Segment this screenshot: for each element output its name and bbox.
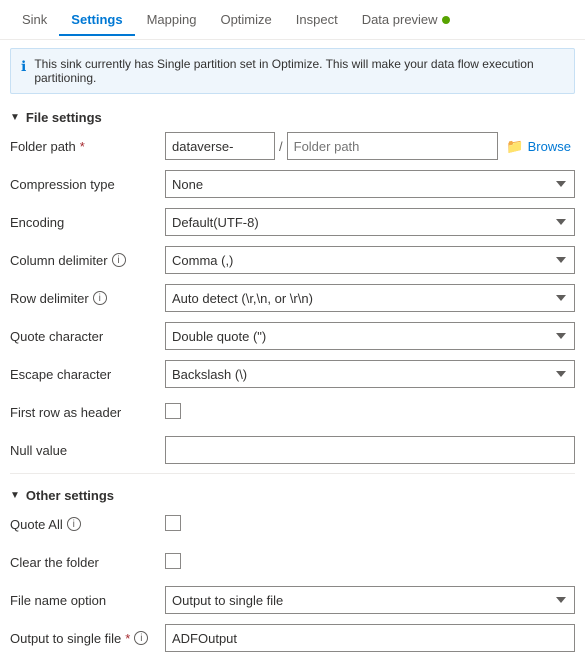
section-arrow: ▼: [10, 112, 20, 123]
folder-path-label: Folder path *: [10, 139, 165, 154]
quote-all-row: Quote All i: [10, 507, 575, 541]
file-name-option-select[interactable]: Output to single file Per partition: [165, 586, 575, 614]
row-delimiter-info-icon[interactable]: i: [93, 291, 107, 305]
required-star: *: [80, 139, 85, 154]
tab-optimize[interactable]: Optimize: [208, 4, 283, 35]
row-delimiter-control: Auto detect (\r,\n, or \r\n) \n \r\n: [165, 284, 575, 312]
browse-icon: 📁: [506, 138, 523, 155]
compression-type-row: Compression type None bzip2 gzip deflate: [10, 167, 575, 201]
file-settings-header: ▼ File settings: [0, 102, 585, 129]
file-settings-label: File settings: [26, 110, 102, 125]
info-banner: ℹ This sink currently has Single partiti…: [10, 48, 575, 94]
clear-folder-label: Clear the folder: [10, 555, 165, 570]
encoding-row: Encoding Default(UTF-8) UTF-8 UTF-16: [10, 205, 575, 239]
quote-all-checkbox[interactable]: [165, 515, 181, 531]
file-name-option-row: File name option Output to single file P…: [10, 583, 575, 617]
quote-character-row: Quote character Double quote (") Single …: [10, 319, 575, 353]
file-settings-body: Folder path * / 📁 Browse Compression typ…: [0, 129, 585, 467]
quote-all-control: [165, 515, 575, 534]
status-dot: [442, 16, 450, 24]
clear-folder-control: [165, 553, 575, 572]
clear-folder-checkbox[interactable]: [165, 553, 181, 569]
tab-sink[interactable]: Sink: [10, 4, 59, 35]
section-divider: [10, 473, 575, 474]
folder-path-sub-input[interactable]: [287, 132, 499, 160]
quote-character-select[interactable]: Double quote (") Single quote ('): [165, 322, 575, 350]
encoding-label: Encoding: [10, 215, 165, 230]
tab-settings[interactable]: Settings: [59, 4, 134, 35]
first-row-header-checkbox[interactable]: [165, 403, 181, 419]
tab-mapping[interactable]: Mapping: [135, 4, 209, 35]
folder-path-base-input[interactable]: [165, 132, 275, 160]
encoding-control: Default(UTF-8) UTF-8 UTF-16: [165, 208, 575, 236]
first-row-header-control: [165, 403, 575, 422]
column-delimiter-info-icon[interactable]: i: [112, 253, 126, 267]
compression-type-select[interactable]: None bzip2 gzip deflate: [165, 170, 575, 198]
first-row-header-label: First row as header: [10, 405, 165, 420]
output-single-file-control: [165, 624, 575, 652]
null-value-label: Null value: [10, 443, 165, 458]
output-required-star: *: [125, 631, 130, 646]
tab-inspect[interactable]: Inspect: [284, 4, 350, 35]
output-single-file-label: Output to single file * i: [10, 631, 165, 646]
folder-path-row: Folder path * / 📁 Browse: [10, 129, 575, 163]
null-value-input[interactable]: [165, 436, 575, 464]
null-value-control: [165, 436, 575, 464]
info-icon: ℹ: [21, 58, 26, 75]
file-name-option-control: Output to single file Per partition: [165, 586, 575, 614]
row-delimiter-row: Row delimiter i Auto detect (\r,\n, or \…: [10, 281, 575, 315]
column-delimiter-row: Column delimiter i Comma (,) Semicolon (…: [10, 243, 575, 277]
column-delimiter-control: Comma (,) Semicolon (;) Tab (\t) Pipe (|…: [165, 246, 575, 274]
column-delimiter-select[interactable]: Comma (,) Semicolon (;) Tab (\t) Pipe (|…: [165, 246, 575, 274]
compression-type-label: Compression type: [10, 177, 165, 192]
row-delimiter-label: Row delimiter i: [10, 291, 165, 306]
output-single-file-info-icon[interactable]: i: [134, 631, 148, 645]
row-delimiter-select[interactable]: Auto detect (\r,\n, or \r\n) \n \r\n: [165, 284, 575, 312]
other-settings-label: Other settings: [26, 488, 114, 503]
folder-separator: /: [279, 139, 283, 154]
quote-character-control: Double quote (") Single quote ('): [165, 322, 575, 350]
other-settings-header: ▼ Other settings: [0, 480, 585, 507]
first-row-header-row: First row as header: [10, 395, 575, 429]
quote-character-label: Quote character: [10, 329, 165, 344]
compression-type-control: None bzip2 gzip deflate: [165, 170, 575, 198]
quote-all-label: Quote All i: [10, 517, 165, 532]
quote-all-info-icon[interactable]: i: [67, 517, 81, 531]
encoding-select[interactable]: Default(UTF-8) UTF-8 UTF-16: [165, 208, 575, 236]
folder-path-control: / 📁 Browse: [165, 132, 575, 160]
escape-character-label: Escape character: [10, 367, 165, 382]
escape-character-select[interactable]: Backslash (\) None: [165, 360, 575, 388]
browse-button[interactable]: 📁 Browse: [502, 138, 575, 155]
output-single-file-row: Output to single file * i: [10, 621, 575, 655]
other-settings-body: Quote All i Clear the folder File name o…: [0, 507, 585, 655]
clear-folder-row: Clear the folder: [10, 545, 575, 579]
escape-character-control: Backslash (\) None: [165, 360, 575, 388]
other-section-arrow: ▼: [10, 490, 20, 501]
tab-data-preview[interactable]: Data preview: [350, 4, 462, 35]
info-text: This sink currently has Single partition…: [34, 57, 564, 85]
null-value-row: Null value: [10, 433, 575, 467]
file-name-option-label: File name option: [10, 593, 165, 608]
column-delimiter-label: Column delimiter i: [10, 253, 165, 268]
escape-character-row: Escape character Backslash (\) None: [10, 357, 575, 391]
output-single-file-input[interactable]: [165, 624, 575, 652]
tab-bar: Sink Settings Mapping Optimize Inspect D…: [0, 0, 585, 40]
